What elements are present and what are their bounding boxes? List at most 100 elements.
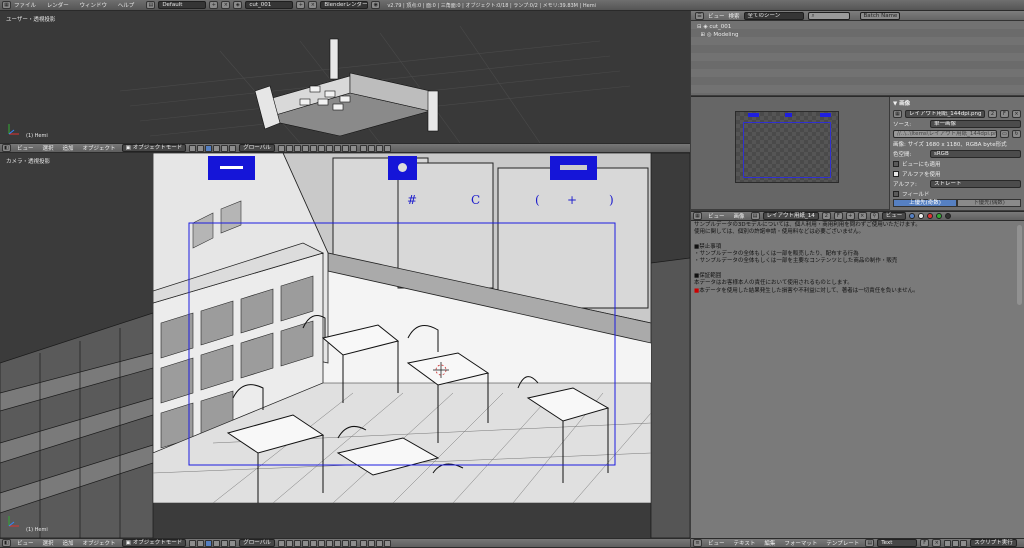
use-alpha-row[interactable]: アルファを使用 — [893, 169, 1021, 178]
rotate-icon[interactable] — [221, 539, 229, 547]
tab-upper-first[interactable]: 上優先(奇数) — [893, 199, 957, 207]
fake-user-icon[interactable]: F — [1000, 109, 1009, 118]
folder-icon[interactable]: ▭ — [1000, 129, 1009, 138]
render-icon[interactable] — [383, 144, 391, 152]
fake-user-icon[interactable]: F — [833, 212, 843, 220]
layout-close-icon[interactable]: × — [221, 1, 231, 9]
layer-icon[interactable] — [317, 144, 325, 152]
new-image-icon[interactable]: + — [845, 212, 855, 220]
layer-icon[interactable] — [325, 144, 333, 152]
menu-help[interactable]: ヘルプ — [118, 3, 135, 9]
layer-icon[interactable] — [341, 539, 349, 547]
menu-render[interactable]: レンダー — [47, 3, 69, 9]
image-browse-icon[interactable]: ▤ — [750, 212, 760, 220]
menu-templates[interactable]: テンプレート — [826, 539, 859, 547]
alpha-mode-selector[interactable]: ストレート — [930, 179, 1021, 188]
snap-target-icon[interactable] — [375, 144, 383, 152]
use-alpha-checkbox[interactable] — [893, 170, 899, 177]
search-input[interactable]: ⌕ — [807, 11, 850, 20]
channel-green-icon[interactable] — [936, 213, 943, 219]
manipulator-icon[interactable] — [205, 539, 213, 547]
scale-icon[interactable] — [229, 144, 237, 152]
pivot-icon[interactable] — [197, 144, 205, 152]
layer-icon[interactable] — [325, 539, 333, 547]
user-count[interactable]: 2 — [988, 109, 997, 118]
menu-view[interactable]: ビュー — [17, 539, 34, 547]
menu-select[interactable]: 選択 — [43, 144, 54, 152]
layer-icon[interactable] — [333, 539, 341, 547]
layer-icon[interactable] — [349, 539, 357, 547]
channel-red-icon[interactable] — [927, 213, 934, 219]
image-editor[interactable]: ▼ 画像 ▦ レイアウト用紙_144dpi.png 2 F × ソース: 単一画… — [691, 96, 1024, 210]
image-icon[interactable]: ▦ — [893, 109, 902, 118]
camera-viewport[interactable]: # C ( + ) カメラ・透視投影 (1) Hemi — [0, 153, 690, 538]
menu-select[interactable]: 選択 — [43, 539, 54, 547]
scene-icon[interactable]: ◈ — [233, 1, 243, 9]
top-3d-viewport[interactable]: ユーザー・透視投影 (1) Hemi — [0, 11, 690, 143]
menu-file[interactable]: ファイル — [14, 3, 36, 9]
translate-icon[interactable] — [213, 144, 221, 152]
editor-type-icon[interactable]: ◧ — [2, 144, 11, 152]
syntax-highlight-icon[interactable] — [960, 539, 968, 547]
fields-row[interactable]: フィールド — [893, 189, 1021, 198]
filepath-field[interactable]: //..\..\Items\レイアウト用紙_144dpi.png — [893, 129, 997, 138]
channel-blue-icon[interactable] — [945, 213, 952, 219]
run-script-button[interactable]: スクリプト実行 — [970, 539, 1017, 547]
layer-icon[interactable] — [341, 144, 349, 152]
view-mode-selector[interactable]: ビュー — [881, 212, 907, 220]
text-file-field[interactable]: Text — [877, 539, 918, 547]
menu-object[interactable]: オブジェクト — [83, 144, 116, 152]
line-numbers-icon[interactable] — [944, 539, 952, 547]
close-icon[interactable]: × — [857, 212, 867, 220]
editor-type-icon[interactable]: ≡ — [693, 539, 702, 547]
pivot-icon[interactable] — [197, 539, 205, 547]
source-selector[interactable]: 単一画像 — [930, 119, 1021, 128]
editor-type-icon[interactable]: ▦ — [693, 212, 702, 220]
colorspace-selector[interactable]: sRGB — [930, 149, 1021, 158]
layer-icon[interactable] — [333, 144, 341, 152]
text-browse-icon[interactable]: ▤ — [865, 539, 875, 547]
reload-icon[interactable]: ↻ — [1012, 129, 1021, 138]
menu-add[interactable]: 追加 — [63, 539, 74, 547]
layer-icon[interactable] — [349, 144, 357, 152]
layout-selector[interactable]: Default — [158, 1, 207, 9]
menu-format[interactable]: フォーマット — [784, 539, 817, 547]
menu-view[interactable]: ビュー — [708, 12, 725, 20]
menu-view[interactable]: ビュー — [708, 539, 725, 547]
batch-name-button[interactable]: Batch Name — [859, 11, 900, 20]
scale-icon[interactable] — [229, 539, 237, 547]
fields-checkbox[interactable] — [893, 190, 899, 197]
menu-edit[interactable]: 編集 — [764, 539, 775, 547]
text-editor[interactable]: サンプルデータの3Dモデルについては、個人利用・商用利用を問わずご使用いただけま… — [691, 221, 1024, 538]
word-wrap-icon[interactable] — [952, 539, 960, 547]
menu-text[interactable]: テキスト — [734, 539, 756, 547]
scene-close-icon[interactable]: × — [308, 1, 318, 9]
editor-type-icon[interactable]: ▦ — [2, 1, 11, 9]
snap-target-icon[interactable] — [375, 539, 383, 547]
menu-add[interactable]: 追加 — [63, 144, 74, 152]
orientation-selector[interactable]: グローバル — [239, 539, 275, 547]
layer-icon[interactable] — [285, 539, 293, 547]
magnet-icon[interactable] — [367, 144, 375, 152]
magnet-icon[interactable] — [367, 539, 375, 547]
mode-selector[interactable]: ▣ オブジェクトモード — [121, 144, 187, 152]
lock-icon[interactable] — [359, 539, 367, 547]
layer-icon[interactable] — [301, 539, 309, 547]
list-item[interactable]: ⊞ ◎ Modeling — [697, 31, 1018, 39]
mode-selector[interactable]: ▣ オブジェクトモード — [121, 539, 187, 547]
layer-icon[interactable] — [309, 144, 317, 152]
menu-image[interactable]: 画像 — [734, 212, 745, 220]
text-scrollbar[interactable] — [1017, 225, 1022, 305]
rotate-icon[interactable] — [221, 144, 229, 152]
close-icon[interactable]: × — [932, 539, 942, 547]
layer-icon[interactable] — [293, 144, 301, 152]
display-alpha-icon[interactable] — [918, 213, 925, 219]
layout-icon[interactable]: ▤ — [146, 1, 156, 9]
shading-icon[interactable] — [189, 539, 197, 547]
display-rgb-icon[interactable] — [909, 213, 916, 219]
menu-object[interactable]: オブジェクト — [83, 539, 116, 547]
layer-icon[interactable] — [277, 144, 285, 152]
layout-add-icon[interactable]: + — [209, 1, 219, 9]
editor-type-icon[interactable]: ☰ — [695, 11, 704, 20]
shading-icon[interactable] — [189, 144, 197, 152]
